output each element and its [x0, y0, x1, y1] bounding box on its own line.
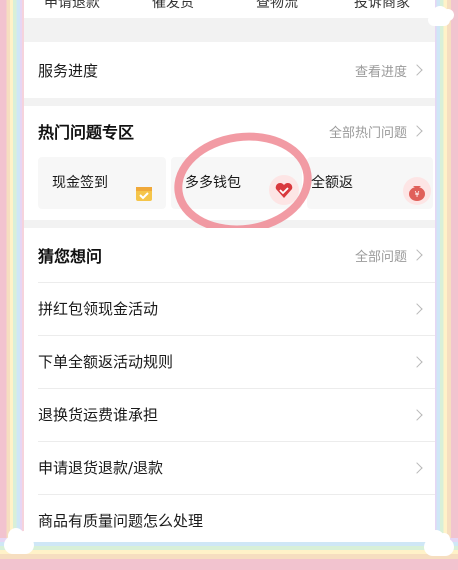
complain-merchant-button[interactable]: 投诉商家	[354, 0, 410, 12]
divider	[38, 494, 435, 495]
chevron-right-icon	[411, 249, 423, 261]
svg-text:¥: ¥	[414, 190, 419, 199]
app-screen: 申请退款 催发货 查物流 投诉商家 服务进度 查看进度 热门问题专区 全部热门问…	[24, 0, 435, 542]
view-progress-link[interactable]: 查看进度	[355, 61, 423, 80]
faq-title: 猜您想问	[38, 247, 103, 266]
service-progress-label: 服务进度	[38, 61, 99, 80]
apply-refund-button[interactable]: 申请退款	[44, 0, 100, 12]
decorative-border-right	[434, 0, 458, 570]
money-bag-icon: ¥	[403, 177, 431, 205]
all-questions-link[interactable]: 全部问题	[355, 246, 423, 265]
chevron-right-icon	[411, 355, 423, 368]
decorative-border-left	[0, 0, 22, 570]
faq-item[interactable]: 商品有质量问题怎么处理	[24, 494, 435, 542]
chevron-right-icon	[411, 64, 423, 76]
chevron-right-icon	[411, 461, 423, 474]
urge-shipping-button[interactable]: 催发货	[152, 0, 194, 12]
calendar-check-icon	[134, 183, 154, 203]
decorative-border-bottom	[0, 538, 458, 570]
all-hot-questions-link[interactable]: 全部热门问题	[329, 122, 423, 141]
cloud-decoration	[4, 528, 34, 554]
divider	[38, 388, 435, 389]
chevron-right-icon	[411, 125, 423, 137]
faq-item[interactable]: 退换货运费谁承担	[24, 388, 435, 441]
divider	[38, 282, 435, 283]
divider	[38, 335, 435, 336]
hot-questions-title: 热门问题专区	[38, 123, 135, 142]
faq-item[interactable]: 拼红包领现金活动	[24, 282, 435, 335]
chevron-right-icon	[411, 408, 423, 421]
hot-item-cash-signin[interactable]: 现金签到	[38, 157, 166, 209]
faq-item[interactable]: 下单全额返活动规则	[24, 335, 435, 388]
divider	[38, 441, 435, 442]
check-logistics-button[interactable]: 查物流	[256, 0, 298, 12]
faq-section: 猜您想问 全部问题 拼红包领现金活动 下单全额返活动规则 退换货运费谁承担 申请…	[24, 228, 435, 542]
chevron-right-icon	[411, 302, 423, 315]
cloud-decoration	[424, 530, 454, 556]
cloud-decoration	[428, 6, 454, 26]
service-progress-row[interactable]: 服务进度 查看进度	[24, 42, 435, 98]
hot-item-full-refund[interactable]: 全额返 ¥	[307, 157, 433, 209]
faq-item[interactable]: 申请退货退款/退款	[24, 441, 435, 494]
top-action-bar: 申请退款 催发货 查物流 投诉商家	[24, 0, 435, 18]
